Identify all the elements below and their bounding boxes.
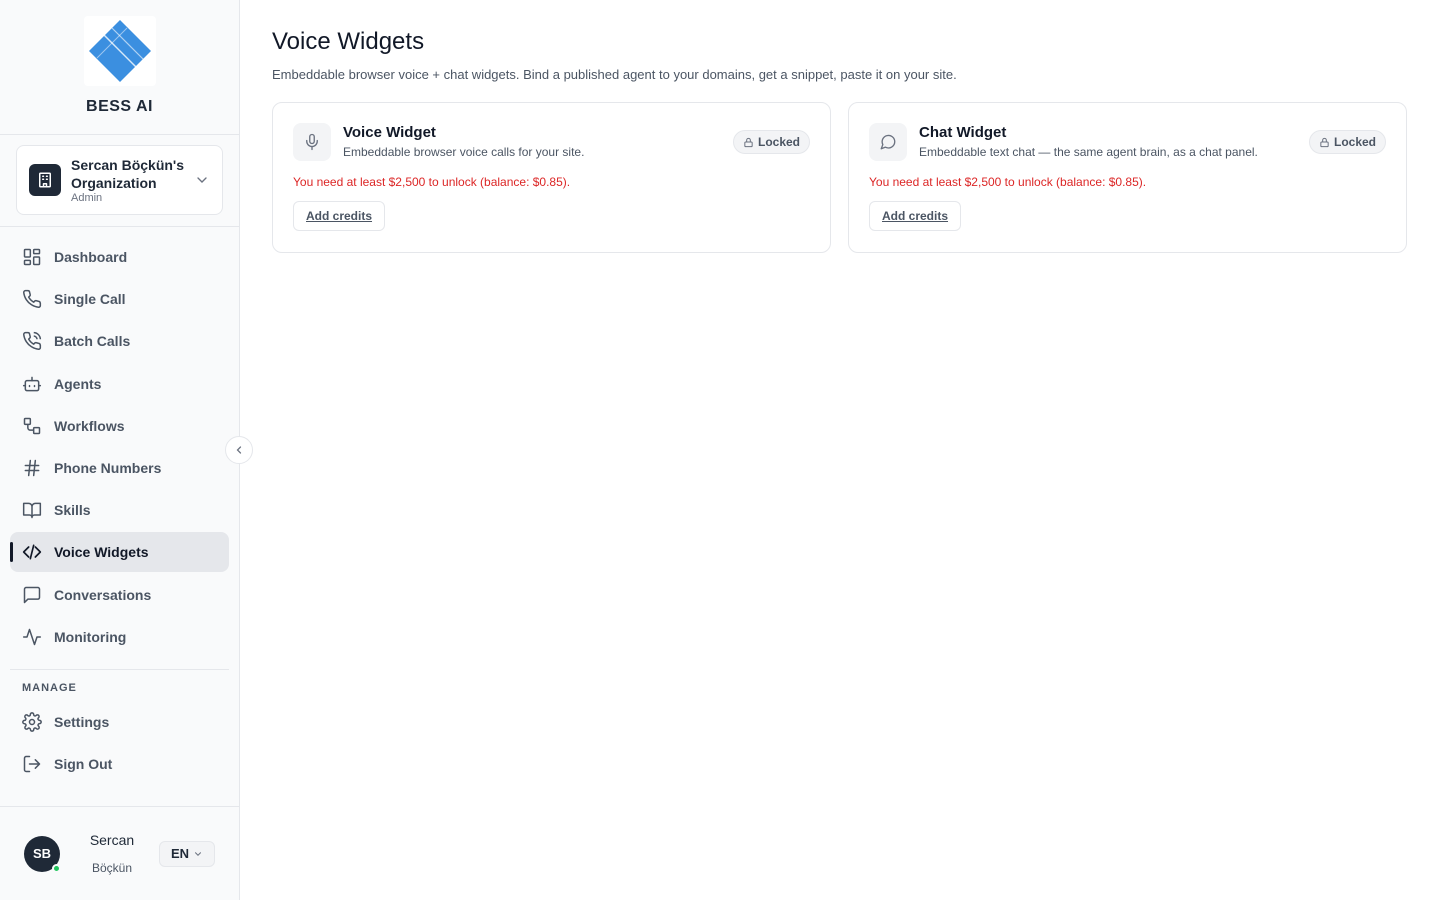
book-icon — [22, 502, 42, 519]
sidebar: BESS AI Sercan Böçkün's Organization Adm… — [0, 0, 240, 900]
nav-label: Workflows — [54, 417, 125, 434]
nav-item-voice-widgets[interactable]: Voice Widgets — [10, 532, 229, 573]
nav-item-settings[interactable]: Settings — [10, 702, 229, 742]
page-subtitle: Embeddable browser voice + chat widgets.… — [272, 67, 957, 82]
building-icon — [29, 164, 61, 196]
nav-label: Monitoring — [54, 628, 127, 645]
badge-label: Locked — [1333, 135, 1376, 149]
locked-badge: Locked — [732, 130, 810, 154]
user-names: Sercan Böçkün — [87, 830, 137, 878]
gear-icon — [22, 711, 42, 732]
user-last-name: Böçkün — [91, 860, 133, 875]
nav-label: Agents — [54, 375, 102, 392]
nav-item-monitoring[interactable]: Monitoring — [10, 617, 229, 657]
nav-label: Voice Widgets — [54, 544, 149, 561]
nav-label: Single Call — [54, 291, 126, 308]
nav-label: Sign Out — [54, 755, 113, 772]
phone-calls-icon — [23, 332, 42, 351]
nav-divider — [10, 668, 229, 670]
nav-item-conversations[interactable]: Conversations — [10, 575, 229, 615]
nav-label: Conversations — [54, 586, 152, 603]
nav-item-dashboard[interactable]: Dashboard — [10, 237, 229, 277]
chat-bubble-icon — [869, 123, 907, 161]
code-icon — [22, 544, 42, 560]
sign-out-icon — [23, 755, 41, 773]
phone-icon — [23, 290, 42, 309]
nav-item-workflows[interactable]: Workflows — [10, 406, 229, 446]
brand: BESS AI — [0, 0, 239, 135]
manage-nav: Settings Sign Out — [0, 702, 239, 784]
chevron-down-icon — [195, 851, 202, 856]
org-switcher-wrap: Sercan Böçkün's Organization Admin — [0, 135, 239, 227]
avatar-initials: SB — [32, 846, 52, 861]
nav-item-sign-out[interactable]: Sign Out — [10, 744, 229, 784]
page-title: Voice Widgets — [272, 28, 425, 55]
nav-item-agents[interactable]: Agents — [10, 364, 229, 404]
microphone-icon — [293, 123, 331, 161]
user-first-name: Sercan — [89, 831, 135, 848]
nav-item-phone-numbers[interactable]: Phone Numbers — [10, 448, 229, 488]
avatar[interactable]: SB — [24, 835, 61, 873]
org-switcher[interactable]: Sercan Böçkün's Organization Admin — [16, 145, 223, 215]
add-credits-button[interactable]: Add credits — [869, 201, 962, 231]
card-description: Embeddable browser voice calls for your … — [343, 145, 585, 159]
brand-name: BESS AI — [86, 98, 153, 115]
nav-label: Batch Calls — [54, 333, 131, 350]
nav-label: Phone Numbers — [54, 459, 162, 476]
unlock-warning: You need at least $2,500 to unlock (bala… — [869, 175, 1147, 189]
card-description: Embeddable text chat — the same agent br… — [919, 145, 1258, 159]
locked-badge: Locked — [1308, 130, 1386, 154]
user-area: SB Sercan Böçkün EN — [0, 806, 239, 900]
card-title: Chat Widget — [919, 124, 1007, 141]
badge-label: Locked — [757, 135, 800, 149]
sidebar-collapse-button[interactable] — [225, 436, 253, 464]
card-title: Voice Widget — [343, 124, 436, 141]
chevron-down-icon — [197, 177, 207, 183]
voice-widget-card: Voice Widget Embeddable browser voice ca… — [272, 102, 831, 253]
nav-item-skills[interactable]: Skills — [10, 490, 229, 530]
main-nav: Dashboard Single Call Batch Calls Agents… — [0, 227, 239, 657]
dashboard-icon — [23, 248, 41, 266]
nav-label: Dashboard — [54, 249, 128, 265]
lock-icon — [1320, 137, 1329, 147]
manage-section-label: MANAGE — [22, 681, 77, 694]
message-square-icon — [23, 586, 41, 603]
widget-cards: Voice Widget Embeddable browser voice ca… — [272, 102, 1408, 253]
nav-item-batch-calls[interactable]: Batch Calls — [10, 321, 229, 361]
hash-icon — [24, 459, 40, 477]
chat-widget-card: Chat Widget Embeddable text chat — the s… — [848, 102, 1407, 253]
nav-label: Skills — [54, 502, 91, 519]
bot-icon — [22, 376, 42, 391]
lock-icon — [744, 137, 753, 147]
org-role: Admin — [71, 191, 103, 204]
unlock-warning: You need at least $2,500 to unlock (bala… — [293, 175, 571, 189]
activity-icon — [22, 628, 42, 645]
diamond-logo-icon[interactable] — [83, 16, 156, 86]
main-content: Voice Widgets Embeddable browser voice +… — [272, 0, 1408, 253]
add-credits-button[interactable]: Add credits — [293, 201, 386, 231]
language-select[interactable]: EN — [159, 840, 215, 867]
org-name: Sercan Böçkün's Organization — [71, 156, 185, 191]
nav-item-single-call[interactable]: Single Call — [10, 279, 229, 319]
language-value: EN — [170, 846, 190, 861]
nav-label: Settings — [54, 713, 110, 730]
online-status-icon — [52, 863, 61, 873]
workflow-icon — [23, 417, 41, 434]
chevron-left-icon — [236, 446, 242, 454]
